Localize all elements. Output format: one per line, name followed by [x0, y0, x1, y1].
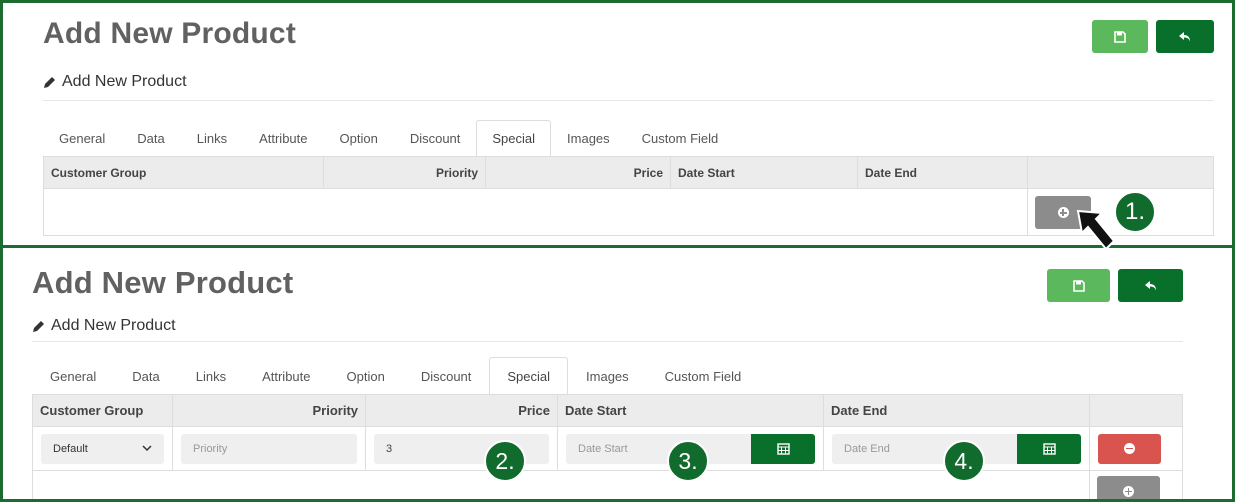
tab-data[interactable]: Data [121, 120, 180, 156]
tab-option[interactable]: Option [324, 120, 394, 156]
floppy-disk-icon [1114, 30, 1126, 43]
priority-input[interactable]: Priority [181, 433, 357, 464]
tab-discount[interactable]: Discount [394, 120, 477, 156]
minus-circle-icon [1124, 443, 1135, 454]
column-action [1027, 156, 1214, 189]
panel-heading-text: Add New Product [51, 317, 176, 334]
save-button[interactable] [1092, 20, 1148, 53]
date-start-input[interactable]: Date Start [566, 433, 751, 464]
step-badge-3: 3. [667, 440, 709, 482]
remove-special-button[interactable] [1098, 433, 1161, 464]
reply-arrow-icon [1179, 31, 1190, 41]
plus-circle-icon [1057, 207, 1069, 218]
save-button[interactable] [1047, 269, 1110, 302]
tab-links[interactable]: Links [181, 120, 243, 156]
priority-cell: Priority [172, 426, 366, 471]
plus-circle-icon [1123, 485, 1134, 497]
tab-custom-field[interactable]: Custom Field [647, 357, 760, 394]
tab-images[interactable]: Images [568, 357, 647, 394]
page-title: Add New Product [32, 265, 294, 300]
table-row: Default Priority 3 Date Start Date End [32, 426, 1183, 471]
table-header-row: Customer Group Priority Price Date Start… [32, 394, 1183, 427]
tab-data[interactable]: Data [114, 357, 177, 394]
column-action [1089, 394, 1183, 427]
column-customer-group: Customer Group [32, 394, 173, 427]
column-price: Price [485, 156, 671, 189]
tab-attribute[interactable]: Attribute [244, 357, 328, 394]
panel-heading: Add New Product [43, 73, 187, 91]
tab-custom-field[interactable]: Custom Field [626, 120, 735, 156]
column-date-start: Date Start [670, 156, 858, 189]
arrow-pointer-icon [1076, 209, 1116, 251]
table-header-row: Customer Group Priority Price Date Start… [43, 156, 1214, 189]
tab-general[interactable]: General [43, 120, 121, 156]
tab-images[interactable]: Images [551, 120, 626, 156]
step-badge-2: 2. [484, 440, 526, 482]
chevron-down-icon [142, 445, 152, 452]
column-priority: Priority [323, 156, 486, 189]
panel-heading: Add New Product [32, 317, 176, 335]
calendar-icon [776, 443, 790, 455]
tab-option[interactable]: Option [329, 357, 403, 394]
tab-special[interactable]: Special [489, 357, 569, 394]
tab-special[interactable]: Special [476, 120, 552, 156]
product-tabs: General Data Links Attribute Option Disc… [32, 357, 759, 394]
action-cell [1089, 426, 1183, 471]
customer-group-value: Default [53, 442, 88, 455]
tab-discount[interactable]: Discount [403, 357, 490, 394]
floppy-disk-icon [1072, 279, 1085, 292]
top-screenshot-panel: Add New Product Add New Product General … [0, 0, 1235, 248]
tab-general[interactable]: General [32, 357, 114, 394]
add-special-button[interactable] [1097, 476, 1160, 499]
tab-links[interactable]: Links [178, 357, 244, 394]
step-badge-4: 4. [943, 440, 985, 482]
back-button[interactable] [1118, 269, 1183, 302]
customer-group-select[interactable]: Default [41, 433, 164, 464]
customer-group-cell: Default [32, 426, 173, 471]
column-customer-group: Customer Group [43, 156, 324, 189]
special-price-table: Customer Group Priority Price Date Start… [32, 394, 1183, 499]
product-tabs: General Data Links Attribute Option Disc… [43, 120, 734, 156]
calendar-icon [1042, 443, 1056, 455]
tab-attribute[interactable]: Attribute [243, 120, 323, 156]
date-end-calendar-button[interactable] [1017, 433, 1081, 464]
price-cell: 3 [365, 426, 558, 471]
column-priority: Priority [172, 394, 366, 427]
column-date-start: Date Start [557, 394, 824, 427]
pencil-icon [44, 76, 55, 88]
table-footer-row [32, 470, 1183, 499]
column-price: Price [365, 394, 558, 427]
panel-heading-text: Add New Product [62, 73, 187, 90]
date-start-calendar-button[interactable] [751, 433, 815, 464]
pencil-icon [33, 320, 44, 332]
column-date-end: Date End [823, 394, 1090, 427]
date-end-input[interactable]: Date End [832, 433, 1017, 464]
reply-arrow-icon [1144, 280, 1156, 290]
back-button[interactable] [1156, 20, 1214, 53]
bottom-screenshot-panel: Add New Product Add New Product General … [0, 245, 1235, 502]
page-title: Add New Product [43, 17, 297, 50]
column-date-end: Date End [857, 156, 1028, 189]
